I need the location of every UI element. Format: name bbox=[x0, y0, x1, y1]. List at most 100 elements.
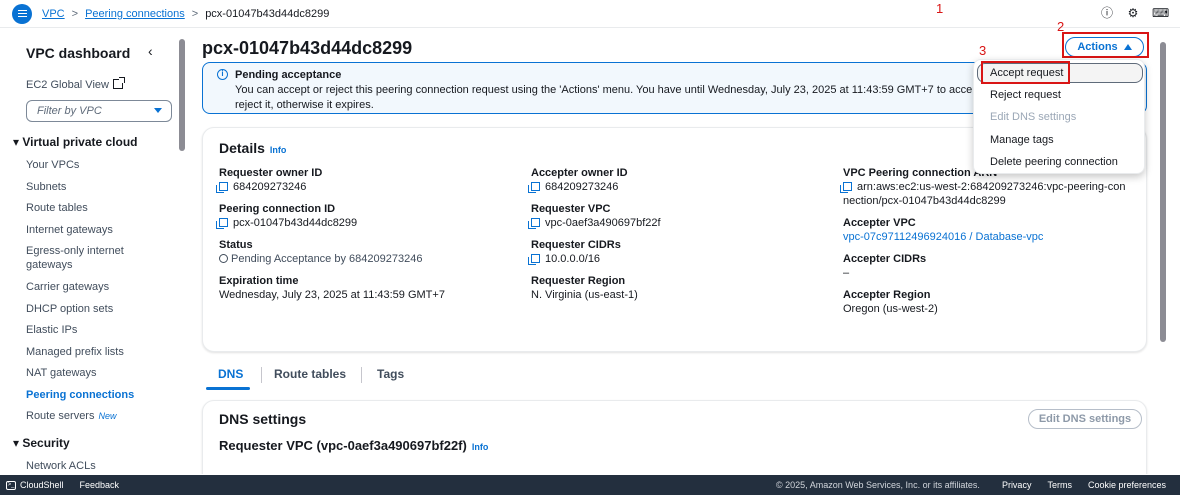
accepter-vpc-link[interactable]: vpc-07c97112496924016 / Database-vpc bbox=[843, 230, 1143, 244]
copy-icon[interactable] bbox=[216, 182, 228, 193]
expiration-time-value: Wednesday, July 23, 2025 at 11:43:59 GMT… bbox=[219, 289, 445, 301]
cookie-preferences-link[interactable]: Cookie preferences bbox=[1088, 480, 1166, 490]
sidebar-item-peering-connections[interactable]: Peering connections bbox=[26, 388, 166, 402]
sidebar-item-network-acls[interactable]: Network ACLs bbox=[26, 459, 166, 473]
vpc-peering-arn-line2: nection/pcx-01047b43d44dc8299 bbox=[843, 195, 1006, 207]
details-title-text: Details bbox=[219, 140, 265, 156]
status-label: Status bbox=[219, 239, 253, 251]
sidebar-item-managed-prefix-lists[interactable]: Managed prefix lists bbox=[26, 345, 166, 359]
tab-divider bbox=[261, 367, 262, 383]
collapse-sidebar-icon[interactable]: ‹ bbox=[148, 43, 153, 59]
expiration-time-label: Expiration time bbox=[219, 275, 299, 287]
main-scrollbar[interactable] bbox=[1159, 30, 1167, 470]
accepter-vpc-label: Accepter VPC bbox=[843, 217, 916, 229]
menu-item-edit-dns-settings: Edit DNS settings bbox=[990, 111, 1077, 123]
info-icon: i bbox=[217, 69, 228, 80]
vpc-filter-select[interactable]: Filter by VPC bbox=[26, 100, 172, 122]
chevron-right-icon: > bbox=[71, 7, 79, 20]
info-circle-icon[interactable]: ⓘ bbox=[1100, 6, 1114, 20]
section-security-label: Security bbox=[22, 436, 70, 450]
breadcrumb-peering-connections[interactable]: Peering connections bbox=[85, 8, 185, 20]
sidebar-item-your-vpcs[interactable]: Your VPCs bbox=[26, 158, 166, 172]
footer-bar: >_ CloudShell Feedback © 2025, Amazon We… bbox=[0, 475, 1180, 495]
accepter-region-value: Oregon (us-west-2) bbox=[843, 303, 938, 315]
sidebar-item-egress-only-internet-gateways[interactable]: Egress-only internet gateways bbox=[26, 244, 146, 272]
feedback-link[interactable]: Feedback bbox=[80, 480, 120, 490]
accepter-region-label: Accepter Region bbox=[843, 289, 931, 301]
requester-region-label: Requester Region bbox=[531, 275, 626, 287]
edit-dns-settings-button[interactable]: Edit DNS settings bbox=[1028, 409, 1142, 429]
annotation-step-1: 1 bbox=[936, 1, 944, 16]
dns-settings-title: DNS settings bbox=[219, 411, 307, 427]
section-security[interactable]: ▾ Security bbox=[13, 436, 70, 450]
peering-connection-id-label: Peering connection ID bbox=[219, 203, 336, 215]
requester-owner-id-text: 684209273246 bbox=[233, 181, 307, 193]
sidebar-scrollbar-thumb[interactable] bbox=[179, 39, 185, 151]
section-virtual-private-cloud[interactable]: ▾ Virtual private cloud bbox=[13, 135, 138, 149]
alert-title: Pending acceptance bbox=[235, 69, 342, 81]
new-badge: New bbox=[98, 411, 117, 421]
requester-vpc-label: Requester VPC bbox=[531, 203, 611, 215]
sidebar-item-subnets[interactable]: Subnets bbox=[26, 180, 166, 194]
copy-icon[interactable] bbox=[528, 182, 540, 193]
details-column-3: VPC Peering connection ARN arn:aws:ec2:us… bbox=[840, 166, 1143, 324]
highlight-actions-button bbox=[1062, 32, 1149, 58]
requester-cidrs-label: Requester CIDRs bbox=[531, 239, 621, 251]
requester-cidrs-value: 10.0.0.0/16 bbox=[528, 252, 831, 266]
accepter-owner-id-label: Accepter owner ID bbox=[531, 167, 628, 179]
requester-vpc-dns-heading: Requester VPC (vpc-0aef3a490697bf22f) Inf… bbox=[219, 438, 488, 453]
requester-vpc-text: vpc-0aef3a490697bf22f bbox=[545, 217, 661, 229]
sidebar-item-nat-gateways[interactable]: NAT gateways bbox=[26, 366, 166, 380]
requester-vpc-value: vpc-0aef3a490697bf22f bbox=[528, 216, 831, 230]
dns-settings-panel: DNS settings Edit DNS settings Requester… bbox=[202, 400, 1147, 474]
tab-tags[interactable]: Tags bbox=[377, 367, 404, 381]
status-text: Pending Acceptance by 684209273246 bbox=[231, 253, 423, 265]
sidebar-scrollbar[interactable] bbox=[178, 31, 186, 471]
sidebar-item-carrier-gateways[interactable]: Carrier gateways bbox=[26, 280, 166, 294]
breadcrumb-vpc[interactable]: VPC bbox=[42, 8, 65, 20]
sidebar-title: VPC dashboard bbox=[26, 45, 131, 61]
section-virtual-private-cloud-label: Virtual private cloud bbox=[22, 135, 138, 149]
sidebar-item-route-servers[interactable]: Route servers New bbox=[26, 409, 166, 423]
accepter-cidrs-label: Accepter CIDRs bbox=[843, 253, 927, 265]
settings-icon[interactable]: ⚙ bbox=[1126, 6, 1140, 20]
menu-item-manage-tags[interactable]: Manage tags bbox=[990, 134, 1054, 146]
details-info-link[interactable]: Info bbox=[270, 145, 287, 155]
dns-info-link[interactable]: Info bbox=[472, 442, 489, 452]
requester-cidrs-text: 10.0.0.0/16 bbox=[545, 253, 601, 265]
menu-icon[interactable] bbox=[12, 3, 32, 24]
details-column-2: Accepter owner ID 684209273246 Requester … bbox=[528, 166, 831, 310]
sidebar-item-elastic-ips[interactable]: Elastic IPs bbox=[26, 323, 166, 337]
sidebar-item-dhcp-option-sets[interactable]: DHCP option sets bbox=[26, 302, 166, 316]
main-scrollbar-thumb[interactable] bbox=[1160, 42, 1166, 342]
tab-route-tables[interactable]: Route tables bbox=[274, 367, 346, 381]
ec2-global-view-label: EC2 Global View bbox=[26, 79, 109, 91]
requester-owner-id-value: 684209273246 bbox=[216, 180, 519, 194]
feedback-icon[interactable]: ⌨ bbox=[1152, 6, 1169, 20]
cloudshell-icon[interactable]: >_ bbox=[6, 480, 16, 490]
copy-icon[interactable] bbox=[528, 218, 540, 229]
breadcrumb-current: pcx-01047b43d44dc8299 bbox=[205, 7, 330, 20]
menu-item-reject-request[interactable]: Reject request bbox=[990, 89, 1061, 101]
tab-dns[interactable]: DNS bbox=[218, 367, 243, 381]
cloudshell-link[interactable]: CloudShell bbox=[20, 480, 64, 490]
copy-icon[interactable] bbox=[216, 218, 228, 229]
accepter-cidrs-value: – bbox=[843, 267, 850, 279]
requester-vpc-dns-heading-text: Requester VPC (vpc-0aef3a490697bf22f) bbox=[219, 438, 467, 453]
page-title: pcx-01047b43d44dc8299 bbox=[202, 38, 413, 58]
copy-icon[interactable] bbox=[528, 254, 540, 265]
alert-body: You can accept or reject this peering co… bbox=[235, 84, 995, 111]
menu-item-delete-peering-connection[interactable]: Delete peering connection bbox=[990, 156, 1118, 168]
accepter-owner-id-value: 684209273246 bbox=[528, 180, 831, 194]
ec2-global-view-link[interactable]: EC2 Global View bbox=[26, 77, 125, 91]
tab-divider bbox=[361, 367, 362, 383]
sidebar-item-internet-gateways[interactable]: Internet gateways bbox=[26, 223, 166, 237]
sidebar-item-route-tables[interactable]: Route tables bbox=[26, 201, 166, 215]
copy-icon[interactable] bbox=[840, 182, 852, 193]
terms-link[interactable]: Terms bbox=[1047, 480, 1072, 490]
peering-connection-id-text: pcx-01047b43d44dc8299 bbox=[233, 217, 358, 229]
privacy-link[interactable]: Privacy bbox=[1002, 480, 1032, 490]
requester-region-value: N. Virginia (us-east-1) bbox=[531, 289, 638, 301]
active-tab-indicator bbox=[206, 387, 250, 390]
accepter-owner-id-text: 684209273246 bbox=[545, 181, 619, 193]
